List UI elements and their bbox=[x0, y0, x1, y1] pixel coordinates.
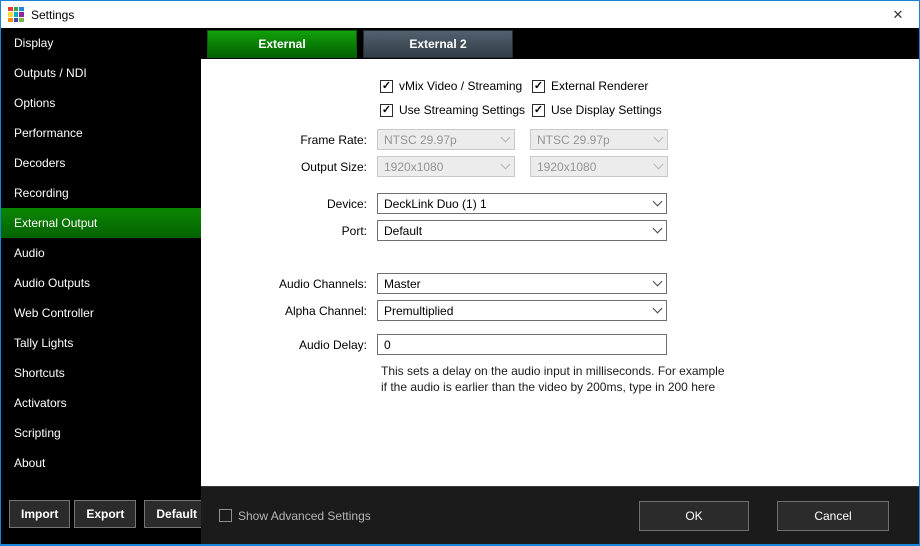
output-size-value-2: 1920x1080 bbox=[537, 160, 596, 174]
close-icon[interactable]: ✕ bbox=[877, 1, 919, 28]
sidebar-item-web-controller[interactable]: Web Controller bbox=[1, 298, 201, 328]
audio-channels-row: Audio Channels: Master bbox=[201, 273, 919, 294]
sidebar-item-audio[interactable]: Audio bbox=[1, 238, 201, 268]
use-display-settings-checkbox[interactable]: ✓ Use Display Settings bbox=[532, 103, 662, 117]
audio-channels-value: Master bbox=[384, 277, 421, 291]
sidebar-item-scripting[interactable]: Scripting bbox=[1, 418, 201, 448]
frame-rate-value-2: NTSC 29.97p bbox=[537, 133, 610, 147]
port-label: Port: bbox=[201, 224, 377, 238]
footer: Show Advanced Settings OK Cancel bbox=[201, 486, 919, 544]
frame-rate-row: Frame Rate: NTSC 29.97p NTSC 29.97p bbox=[201, 129, 919, 150]
external-renderer-checkbox[interactable]: ✓ External Renderer bbox=[532, 79, 648, 93]
external-output-panel: ✓ vMix Video / Streaming ✓ External Rend… bbox=[201, 59, 919, 486]
audio-delay-row: Audio Delay: bbox=[201, 334, 919, 355]
default-button[interactable]: Default bbox=[144, 500, 209, 528]
device-row: Device: DeckLink Duo (1) 1 bbox=[201, 193, 919, 214]
output-size-value-1: 1920x1080 bbox=[384, 160, 443, 174]
sidebar-item-tally-lights[interactable]: Tally Lights bbox=[1, 328, 201, 358]
checkbox-label: External Renderer bbox=[551, 79, 648, 93]
sidebar-item-recording[interactable]: Recording bbox=[1, 178, 201, 208]
sidebar-footer-buttons: Import Export Default bbox=[1, 500, 201, 544]
sidebar-item-display[interactable]: Display bbox=[1, 28, 201, 58]
main-area: External External 2 ✓ vMix Video / Strea… bbox=[201, 28, 919, 544]
ok-button[interactable]: OK bbox=[639, 501, 749, 531]
sidebar-item-options[interactable]: Options bbox=[1, 88, 201, 118]
show-advanced-settings-checkbox[interactable]: Show Advanced Settings bbox=[219, 509, 371, 523]
sidebar-item-performance[interactable]: Performance bbox=[1, 118, 201, 148]
tab-bar: External External 2 bbox=[201, 28, 919, 59]
sidebar-item-about[interactable]: About bbox=[1, 448, 201, 478]
chevron-down-icon bbox=[649, 280, 666, 287]
use-streaming-settings-checkbox[interactable]: ✓ Use Streaming Settings bbox=[380, 103, 532, 117]
output-size-row: Output Size: 1920x1080 1920x1080 bbox=[201, 156, 919, 177]
sidebar-item-decoders[interactable]: Decoders bbox=[1, 148, 201, 178]
footer-buttons: OK Cancel bbox=[639, 501, 889, 531]
device-value: DeckLink Duo (1) 1 bbox=[384, 197, 487, 211]
sidebar: Display Outputs / NDI Options Performanc… bbox=[1, 28, 201, 544]
chevron-down-icon bbox=[650, 136, 667, 143]
frame-rate-select-1: NTSC 29.97p bbox=[377, 129, 515, 150]
tab-external-2[interactable]: External 2 bbox=[363, 30, 513, 58]
output-size-label: Output Size: bbox=[201, 160, 377, 174]
alpha-channel-value: Premultiplied bbox=[384, 304, 453, 318]
audio-channels-label: Audio Channels: bbox=[201, 277, 377, 291]
checkbox-box bbox=[219, 509, 232, 522]
export-button[interactable]: Export bbox=[74, 500, 136, 528]
tab-external[interactable]: External bbox=[207, 30, 357, 58]
checkbox-row-2: ✓ Use Streaming Settings ✓ Use Display S… bbox=[380, 103, 919, 117]
alpha-channel-row: Alpha Channel: Premultiplied bbox=[201, 300, 919, 321]
checkbox-box: ✓ bbox=[532, 80, 545, 93]
sidebar-item-activators[interactable]: Activators bbox=[1, 388, 201, 418]
audio-delay-input[interactable] bbox=[377, 334, 667, 355]
output-size-select-1: 1920x1080 bbox=[377, 156, 515, 177]
titlebar: Settings ✕ bbox=[1, 1, 919, 28]
checkbox-box: ✓ bbox=[380, 104, 393, 117]
checkbox-label: Use Display Settings bbox=[551, 103, 662, 117]
device-label: Device: bbox=[201, 197, 377, 211]
checkbox-label: Use Streaming Settings bbox=[399, 103, 525, 117]
vmix-video-streaming-checkbox[interactable]: ✓ vMix Video / Streaming bbox=[380, 79, 532, 93]
port-select[interactable]: Default bbox=[377, 220, 667, 241]
alpha-channel-select[interactable]: Premultiplied bbox=[377, 300, 667, 321]
port-row: Port: Default bbox=[201, 220, 919, 241]
output-size-select-2: 1920x1080 bbox=[530, 156, 668, 177]
audio-channels-select[interactable]: Master bbox=[377, 273, 667, 294]
sidebar-item-shortcuts[interactable]: Shortcuts bbox=[1, 358, 201, 388]
device-select[interactable]: DeckLink Duo (1) 1 bbox=[377, 193, 667, 214]
checkbox-box: ✓ bbox=[380, 80, 393, 93]
chevron-down-icon bbox=[649, 200, 666, 207]
app-icon bbox=[8, 7, 24, 23]
chevron-down-icon bbox=[649, 307, 666, 314]
checkbox-box: ✓ bbox=[532, 104, 545, 117]
audio-delay-help-text: This sets a delay on the audio input in … bbox=[381, 363, 726, 395]
chevron-down-icon bbox=[497, 163, 514, 170]
alpha-channel-label: Alpha Channel: bbox=[201, 304, 377, 318]
frame-rate-select-2: NTSC 29.97p bbox=[530, 129, 668, 150]
chevron-down-icon bbox=[650, 163, 667, 170]
frame-rate-value-1: NTSC 29.97p bbox=[384, 133, 457, 147]
checkbox-row-1: ✓ vMix Video / Streaming ✓ External Rend… bbox=[380, 79, 919, 93]
sidebar-item-external-output[interactable]: External Output bbox=[1, 208, 201, 238]
audio-delay-label: Audio Delay: bbox=[201, 338, 377, 352]
window-body: Display Outputs / NDI Options Performanc… bbox=[1, 28, 919, 544]
chevron-down-icon bbox=[649, 227, 666, 234]
sidebar-item-audio-outputs[interactable]: Audio Outputs bbox=[1, 268, 201, 298]
checkbox-label: Show Advanced Settings bbox=[238, 509, 371, 523]
import-button[interactable]: Import bbox=[9, 500, 70, 528]
sidebar-item-outputs-ndi[interactable]: Outputs / NDI bbox=[1, 58, 201, 88]
checkbox-label: vMix Video / Streaming bbox=[399, 79, 522, 93]
chevron-down-icon bbox=[497, 136, 514, 143]
frame-rate-label: Frame Rate: bbox=[201, 133, 377, 147]
port-value: Default bbox=[384, 224, 422, 238]
settings-window: Settings ✕ Display Outputs / NDI Options… bbox=[0, 0, 920, 546]
window-title: Settings bbox=[31, 8, 74, 22]
cancel-button[interactable]: Cancel bbox=[777, 501, 889, 531]
